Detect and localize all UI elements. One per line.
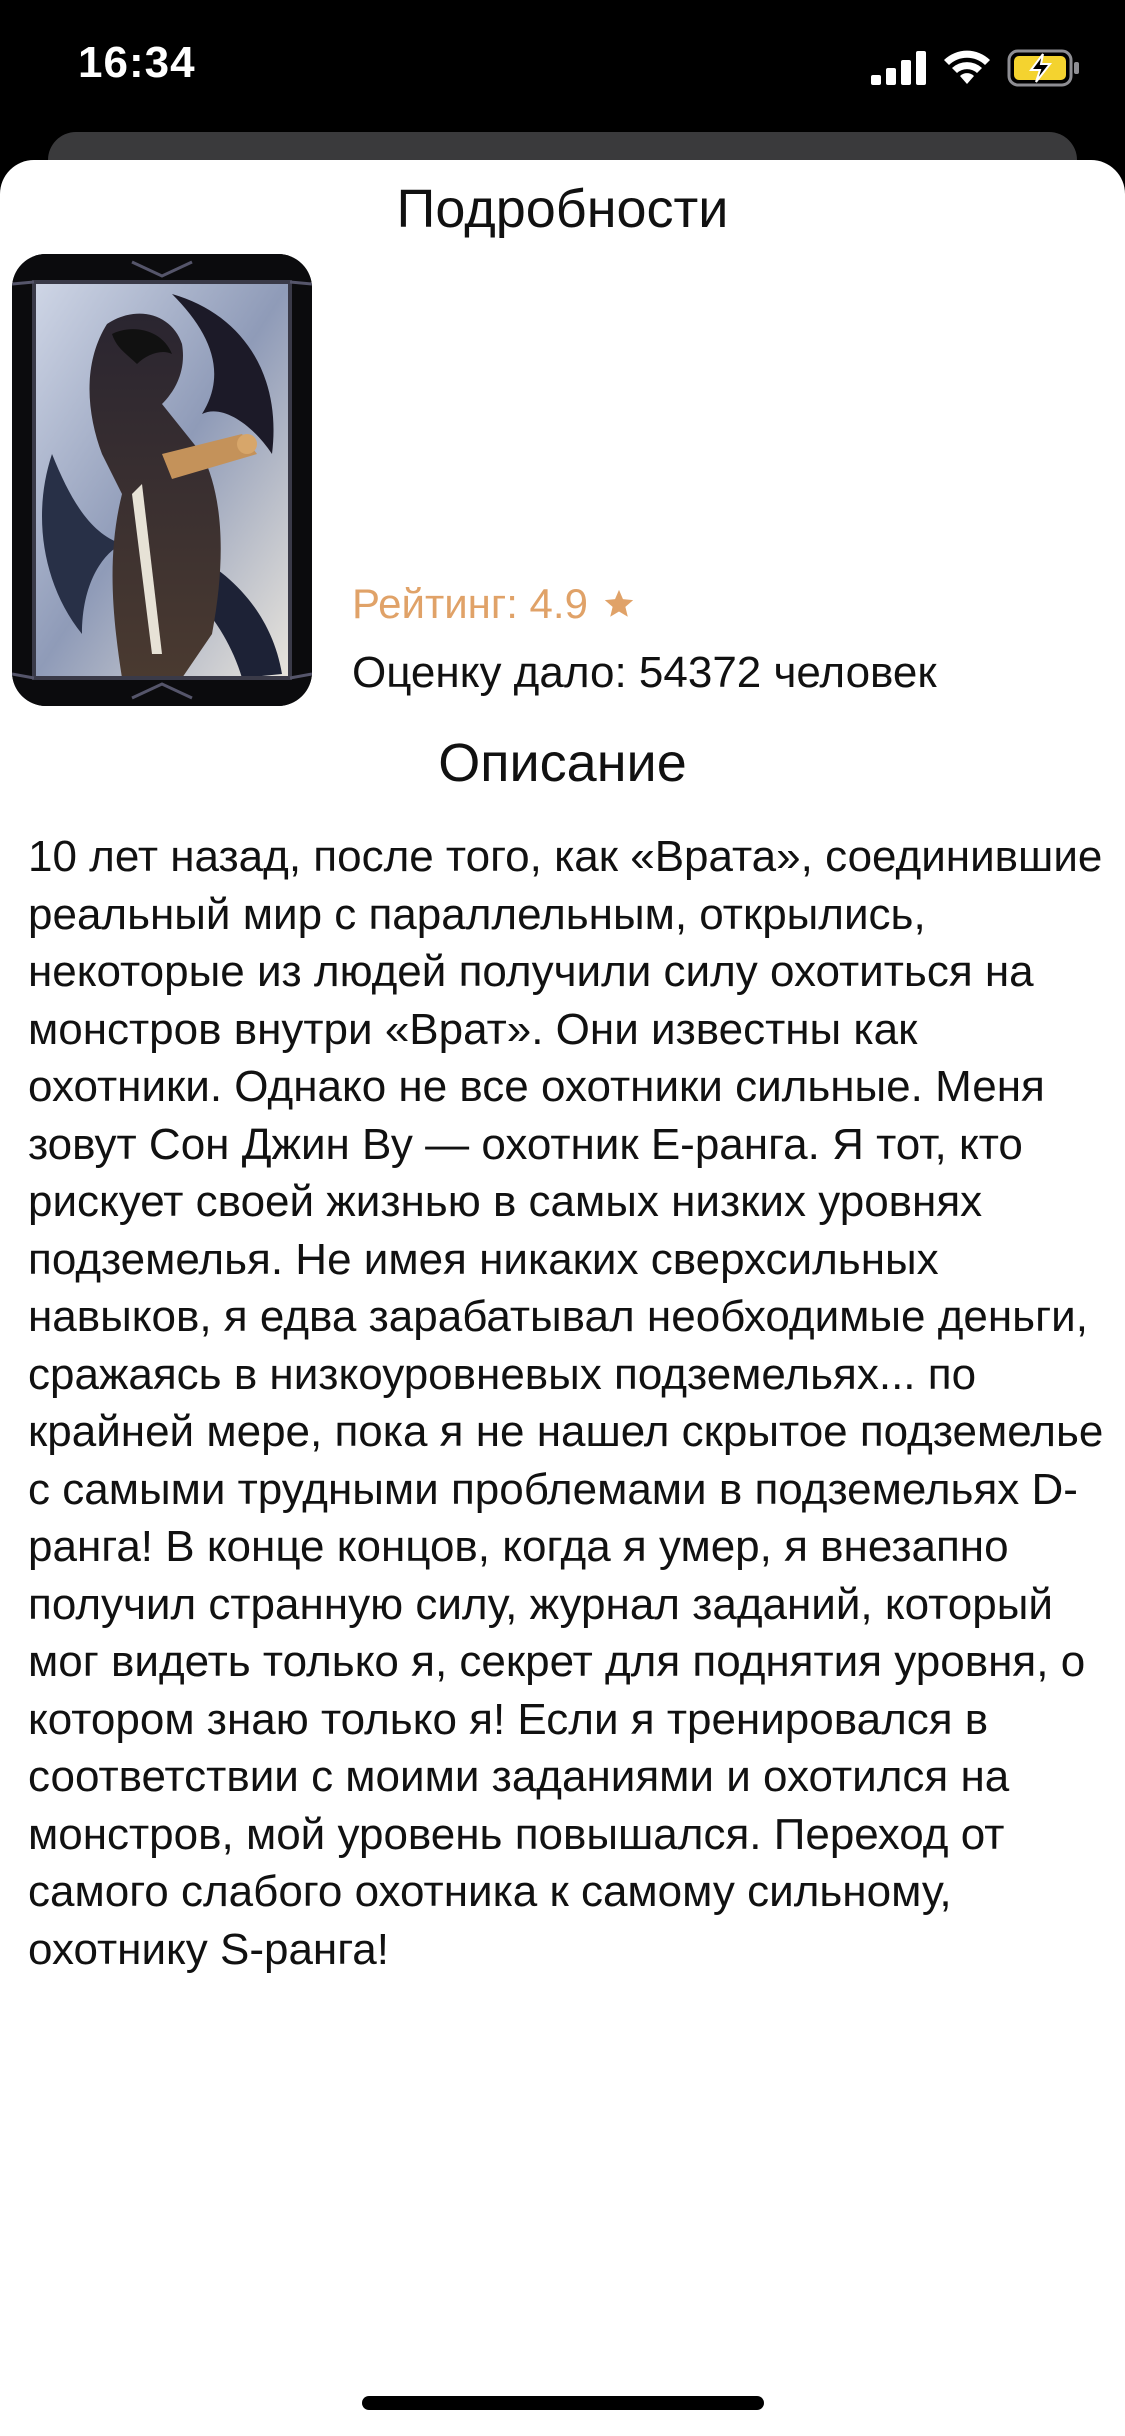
home-indicator[interactable] [362,2396,764,2410]
battery-charging-icon [1007,49,1079,87]
page-title: Подробности [396,179,729,239]
wifi-icon [944,50,990,84]
ratings-count: Оценку дало: 54372 человек [352,648,937,697]
details-sheet: Подробности Рейтинг: 4.9 Оценку дало: 54… [0,160,1125,2436]
rating-label: Рейтинг: 4.9 [352,580,588,627]
status-time: 16:34 [78,38,196,87]
star-icon [604,589,634,617]
rating: Рейтинг: 4.9 [352,580,636,628]
status-bar: 16:34 [0,0,1125,135]
description-text: 10 лет назад, после того, как «Врата», с… [28,832,1104,1974]
cellular-signal-icon [871,51,926,85]
status-icons [871,48,1081,88]
screen: 16:34 Подробности Рейтинг: 4.9 Оценку да… [0,0,1125,2436]
manga-cover-image [12,254,312,706]
description-title: Описание [438,733,687,793]
